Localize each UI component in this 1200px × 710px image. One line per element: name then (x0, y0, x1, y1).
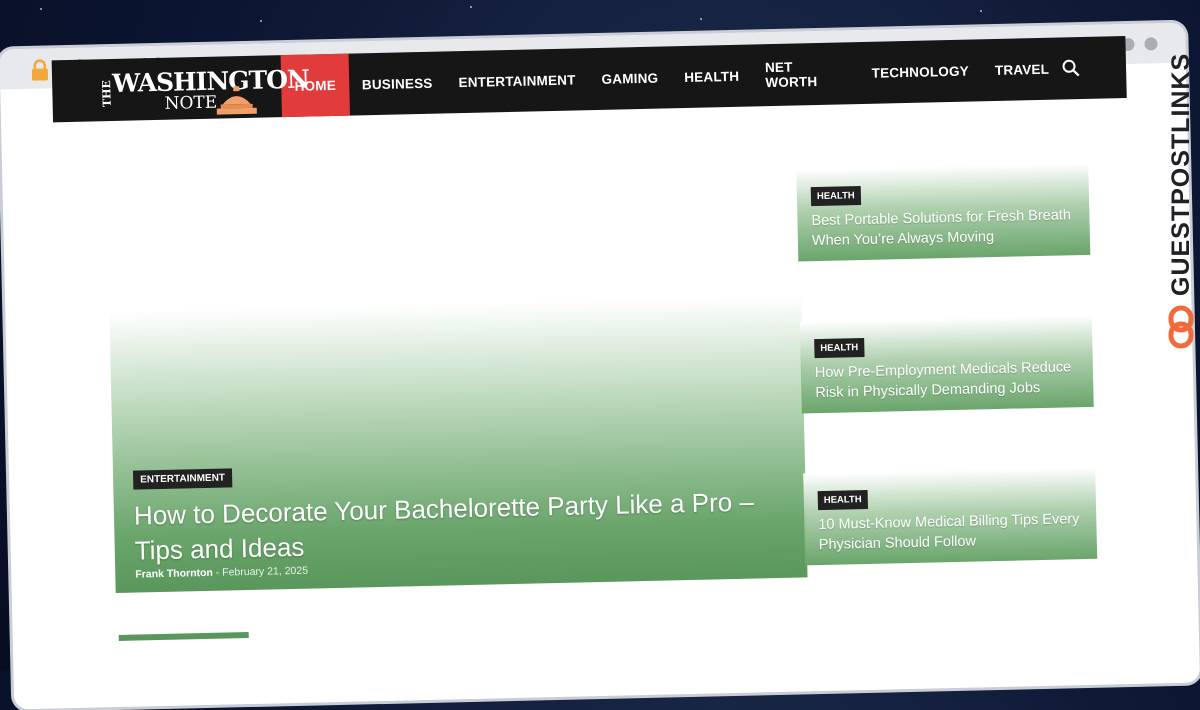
browser-frame: thewashingtonote.com THE WASHINGTON NOTE… (0, 0, 1200, 710)
site-logo[interactable]: THE WASHINGTON NOTE (52, 55, 309, 122)
article-date: February 21, 2025 (222, 564, 309, 579)
nav-item-net-worth[interactable]: NET WORTH (751, 42, 859, 106)
article-card-title[interactable]: How Pre-Employment Medicals Reduce Risk … (815, 357, 1088, 403)
nav-item-business[interactable]: BUSINESS (348, 51, 446, 115)
author-name[interactable]: Frank Thornton (135, 567, 213, 581)
nav-item-entertainment[interactable]: ENTERTAINMENT (445, 48, 589, 113)
category-badge[interactable]: ENTERTAINMENT (132, 468, 233, 490)
featured-article[interactable]: ENTERTAINMENT How to Decorate Your Bache… (109, 295, 808, 594)
meta-separator: - (215, 566, 220, 579)
article-meta: Frank Thornton - February 21, 2025 (135, 565, 308, 581)
search-icon (1062, 59, 1080, 77)
article-card-title[interactable]: Best Portable Solutions for Fresh Breath… (811, 205, 1084, 251)
category-badge[interactable]: HEALTH (817, 489, 868, 511)
lock-icon (31, 59, 49, 81)
category-badge[interactable]: HEALTH (810, 186, 861, 207)
article-card[interactable]: HEALTH Best Portable Solutions for Fresh… (796, 162, 1091, 262)
watermark-text: GUESTPOSTLINKS (1167, 52, 1195, 296)
category-badge[interactable]: HEALTH (814, 338, 865, 359)
nav-item-health[interactable]: HEALTH (671, 44, 753, 108)
article-card-title[interactable]: 10 Must-Know Medical Billing Tips Every … (818, 509, 1091, 555)
nav-item-technology[interactable]: TECHNOLOGY (858, 39, 983, 104)
window-dot-icon[interactable] (1144, 37, 1158, 51)
article-card[interactable]: HEALTH 10 Must-Know Medical Billing Tips… (803, 466, 1098, 566)
search-button[interactable] (1061, 37, 1080, 99)
article-card[interactable]: HEALTH How Pre-Employment Medicals Reduc… (799, 314, 1094, 414)
chain-link-icon (1168, 305, 1194, 349)
article-title[interactable]: How to Decorate Your Bachelorette Party … (134, 484, 795, 569)
logo-sub-text: NOTE (164, 92, 218, 114)
capitol-dome-icon (216, 86, 257, 115)
nav-item-gaming[interactable]: GAMING (588, 46, 672, 110)
nav-item-travel[interactable]: TRAVEL (981, 37, 1063, 101)
